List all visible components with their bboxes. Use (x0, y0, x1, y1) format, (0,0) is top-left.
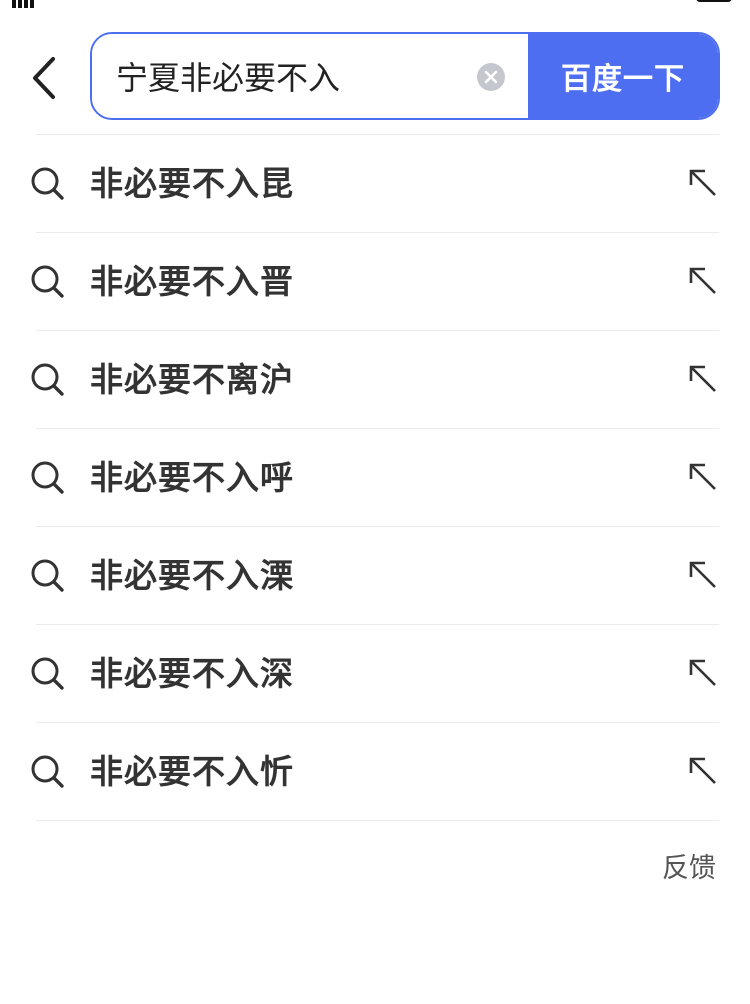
arrow-up-left-icon[interactable] (687, 265, 719, 297)
search-submit-button[interactable]: 百度一下 (528, 34, 718, 118)
search-input-wrap (92, 34, 528, 118)
clear-button[interactable] (477, 63, 505, 91)
arrow-up-left-icon[interactable] (687, 657, 719, 689)
suggestion-label: 非必要不入溧 (90, 556, 294, 595)
suggestion-label: 非必要不入深 (90, 654, 294, 693)
status-right (696, 0, 732, 2)
search-box: 百度一下 (90, 32, 720, 120)
search-icon (31, 755, 64, 788)
back-button[interactable] (22, 52, 66, 104)
search-icon (31, 167, 64, 200)
search-icon (31, 265, 64, 298)
chevron-left-icon (33, 57, 55, 99)
status-left (12, 0, 34, 8)
arrow-up-left-icon[interactable] (687, 363, 719, 395)
suggestion-item[interactable]: 非必要不离沪 (31, 331, 719, 429)
search-icon (31, 657, 64, 690)
suggestion-label: 非必要不入昆 (90, 164, 294, 203)
suggestion-item[interactable]: 非必要不入深 (31, 625, 719, 723)
arrow-up-left-icon[interactable] (687, 755, 719, 787)
suggestion-item[interactable]: 非必要不入呼 (31, 429, 719, 527)
arrow-up-left-icon[interactable] (687, 559, 719, 591)
suggestion-label: 非必要不离沪 (90, 360, 294, 399)
suggestion-item[interactable]: 非必要不入溧 (31, 527, 719, 625)
feedback-link[interactable]: 反馈 (662, 846, 716, 885)
suggestion-label: 非必要不入呼 (90, 458, 294, 497)
suggestion-label: 非必要不入晋 (90, 262, 294, 301)
suggestion-list: 非必要不入昆 非必要不入晋 非必要不离沪 非必要不入呼 非必要不入溧 非必要不入… (31, 134, 719, 821)
status-bar (0, 0, 750, 8)
suggestion-label: 非必要不入忻 (90, 752, 294, 791)
clear-circle-icon (484, 70, 498, 84)
search-icon (31, 461, 64, 494)
search-input[interactable] (116, 34, 466, 118)
suggestion-item[interactable]: 非必要不入昆 (31, 135, 719, 233)
battery-icon (696, 0, 732, 2)
arrow-up-left-icon[interactable] (687, 461, 719, 493)
search-page: 百度一下 非必要不入昆 非必要不入晋 非必要不离沪 (0, 0, 750, 1004)
search-icon (31, 559, 64, 592)
search-icon (31, 363, 64, 396)
arrow-up-left-icon[interactable] (687, 167, 719, 199)
suggestion-item[interactable]: 非必要不入忻 (31, 723, 719, 821)
suggestion-item[interactable]: 非必要不入晋 (31, 233, 719, 331)
search-header: 百度一下 (0, 32, 750, 120)
signal-icon (12, 0, 34, 8)
